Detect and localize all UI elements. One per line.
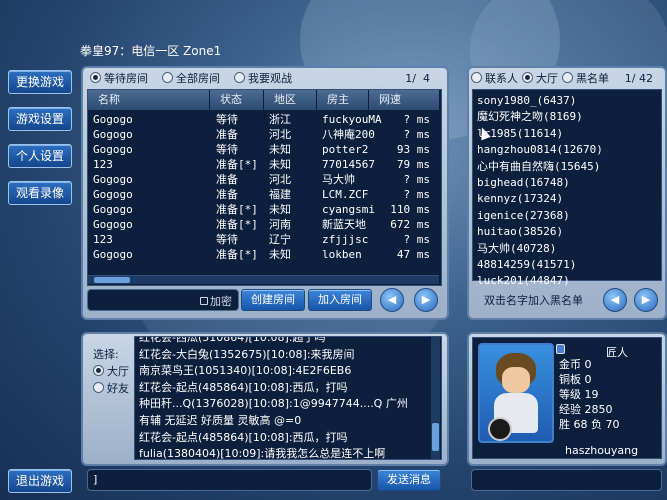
exit-game-button[interactable]: 退出游戏 bbox=[8, 469, 72, 493]
password-label: 加密 bbox=[200, 293, 232, 309]
table-row[interactable]: 123 等待 辽宁 zfjjjsc? ms bbox=[93, 232, 437, 247]
list-item[interactable]: kennyz(17324) bbox=[477, 191, 657, 207]
chat-scrollbar[interactable] bbox=[431, 337, 440, 459]
tab-contacts[interactable]: 联系人 bbox=[471, 70, 518, 86]
room-page-indicator: 1/ 4 bbox=[405, 71, 430, 85]
chat-message: fulia(1380404)[10:09]:请我我怎么总是连不上啊 bbox=[139, 447, 386, 460]
radio-icon bbox=[90, 72, 101, 83]
list-item[interactable]: lr1985(11614) bbox=[477, 126, 657, 142]
chat-message: 红花会-起点(485864)[10:08]:西瓜，打吗 bbox=[139, 380, 348, 394]
lock-icon bbox=[200, 297, 208, 305]
room-rows: Gogogo 等待 浙江 fuckyouMA? ms Gogogo 准备 河北 八神庵200… bbox=[93, 112, 437, 262]
friends-next-icon[interactable]: ▶ bbox=[634, 288, 658, 312]
table-row[interactable]: Gogogo 准备 河北 马大帅? ms bbox=[93, 172, 437, 187]
win-loss-record: 胜 68 负 70 bbox=[559, 418, 620, 431]
column-name[interactable]: 名称 bbox=[88, 90, 210, 110]
table-row[interactable]: Gogogo 等待 浙江 fuckyouMA? ms bbox=[93, 112, 437, 127]
create-room-button[interactable]: 创建房间 bbox=[241, 289, 305, 311]
radio-icon bbox=[93, 382, 104, 393]
profile-stats: 金币 0 铜板 0 等级 19 经验 2850 胜 68 负 70 bbox=[559, 357, 619, 432]
scrollbar-thumb[interactable] bbox=[432, 423, 439, 451]
avatar-emblem bbox=[488, 417, 512, 441]
table-row[interactable]: 123 准备[*] 未知 77014567 79 ms bbox=[93, 157, 437, 172]
watch-replay-button[interactable]: 观看录像 bbox=[8, 181, 72, 205]
chat-input[interactable]: ] bbox=[87, 469, 372, 491]
radio-icon bbox=[162, 72, 173, 83]
list-item[interactable]: 心中有曲自然嗨(15645) bbox=[477, 159, 657, 175]
table-row[interactable]: Gogogo 准备[*] 未知 lokben 47 ms bbox=[93, 247, 437, 262]
friends-prev-icon[interactable]: ◀ bbox=[603, 288, 627, 312]
list-item[interactable]: huitao(38526) bbox=[477, 224, 657, 240]
level: 等级 19 bbox=[559, 388, 599, 401]
game-settings-button[interactable]: 游戏设置 bbox=[8, 107, 72, 131]
coins: 金币 0 bbox=[559, 358, 592, 371]
friends-page-indicator: 1/ 42 bbox=[624, 71, 653, 85]
list-item[interactable]: sony1980_(6437) bbox=[477, 93, 657, 109]
table-row[interactable]: Gogogo 准备[*] 河南 新蓝天地 672 ms bbox=[93, 217, 437, 232]
prev-page-icon[interactable]: ◀ bbox=[380, 288, 404, 312]
column-region[interactable]: 地区 bbox=[264, 90, 317, 110]
chat-log-box: 红花会-西瓜(510864)[10:08]:超了吗 红花会-大白兔(135267… bbox=[134, 336, 442, 460]
table-row[interactable]: Gogogo 等待 未知 potter2 93 ms bbox=[93, 142, 437, 157]
send-message-button[interactable]: 发送消息 bbox=[377, 469, 441, 491]
rank-badge-icon bbox=[556, 344, 565, 354]
room-horizontal-scrollbar[interactable] bbox=[88, 275, 439, 284]
chat-option-lobby[interactable]: 大厅 bbox=[93, 363, 129, 379]
chat-log: 红花会-西瓜(510864)[10:08]:超了吗 红花会-大白兔(135267… bbox=[139, 336, 408, 460]
change-game-button[interactable]: 更换游戏 bbox=[8, 70, 72, 94]
avatar-face bbox=[502, 367, 530, 393]
chat-message: 红花会-起点(485864)[10:08]:西瓜，打吗 bbox=[139, 430, 348, 444]
radio-icon bbox=[93, 365, 104, 376]
next-page-icon[interactable]: ▶ bbox=[414, 288, 438, 312]
room-table-header: 名称 状态 地区 房主 网速 bbox=[88, 90, 439, 110]
chat-message: 种田秆...Q(1376028)[10:08]:1@9947744....Q 广… bbox=[139, 397, 408, 411]
radio-icon bbox=[522, 72, 533, 83]
chat-select-label: 选择: bbox=[93, 348, 119, 361]
list-item[interactable]: 魔幻死神之吻(8169) bbox=[477, 109, 657, 125]
list-item[interactable]: 马大帅(40728) bbox=[477, 241, 657, 257]
radio-icon bbox=[234, 72, 245, 83]
tab-waiting-rooms[interactable]: 等待房间 bbox=[90, 70, 148, 86]
chat-message: 红花会-西瓜(510864)[10:08]:超了吗 bbox=[139, 336, 326, 344]
list-item[interactable]: igenice(27368) bbox=[477, 208, 657, 224]
friends-list: sony1980_(6437) 魔幻死神之吻(8169) lr1985(1161… bbox=[477, 93, 657, 290]
friends-tabs: 联系人 大厅 黑名单 1/ 42 bbox=[471, 70, 661, 86]
chat-message: 南京菜鸟王(1051340)[10:08]:4E2F6EB6 bbox=[139, 364, 352, 378]
chat-option-friends[interactable]: 好友 bbox=[93, 380, 129, 396]
tab-blacklist[interactable]: 黑名单 bbox=[562, 70, 609, 86]
column-host[interactable]: 房主 bbox=[317, 90, 369, 110]
blacklist-hint: 双击名字加入黑名单 bbox=[484, 294, 583, 307]
radio-icon bbox=[562, 72, 573, 83]
room-tabs: 等待房间 全部房间 我要观战 1/ 4 bbox=[90, 70, 440, 86]
table-row[interactable]: Gogogo 准备[*] 未知 cyangsmi 110 ms bbox=[93, 202, 437, 217]
list-item[interactable]: hangzhou0814(12670) bbox=[477, 142, 657, 158]
personal-settings-button[interactable]: 个人设置 bbox=[8, 144, 72, 168]
password-field[interactable]: 加密 bbox=[87, 289, 239, 311]
experience: 经验 2850 bbox=[559, 403, 613, 416]
table-row[interactable]: Gogogo 准备 河北 八神庵200? ms bbox=[93, 127, 437, 142]
column-ping[interactable]: 网速 bbox=[369, 90, 439, 110]
tab-watch[interactable]: 我要观战 bbox=[234, 70, 292, 86]
column-status[interactable]: 状态 bbox=[210, 90, 264, 110]
list-item[interactable]: bighead(16748) bbox=[477, 175, 657, 191]
tab-lobby[interactable]: 大厅 bbox=[522, 70, 558, 86]
chat-message: 有辅 无延迟 好质量 灵敏高 @=0 bbox=[139, 413, 302, 427]
table-row[interactable]: Gogogo 准备 福建 LCM.ZCF? ms bbox=[93, 187, 437, 202]
status-box bbox=[471, 469, 662, 491]
radio-icon bbox=[471, 72, 482, 83]
tab-all-rooms[interactable]: 全部房间 bbox=[162, 70, 220, 86]
join-room-button[interactable]: 加入房间 bbox=[308, 289, 372, 311]
window-title: 拳皇97：电信一区 Zone1 bbox=[80, 44, 222, 58]
scrollbar-thumb[interactable] bbox=[94, 277, 130, 283]
avatar bbox=[478, 343, 554, 443]
chat-message: 红花会-大白兔(1352675)[10:08]:来我房间 bbox=[139, 347, 355, 361]
chat-input-value: ] bbox=[93, 473, 98, 486]
silver: 铜板 0 bbox=[559, 373, 592, 386]
list-item[interactable]: luck201(44847) bbox=[477, 273, 657, 289]
username: haszhouyang bbox=[565, 444, 639, 457]
list-item[interactable]: 48814259(41571) bbox=[477, 257, 657, 273]
